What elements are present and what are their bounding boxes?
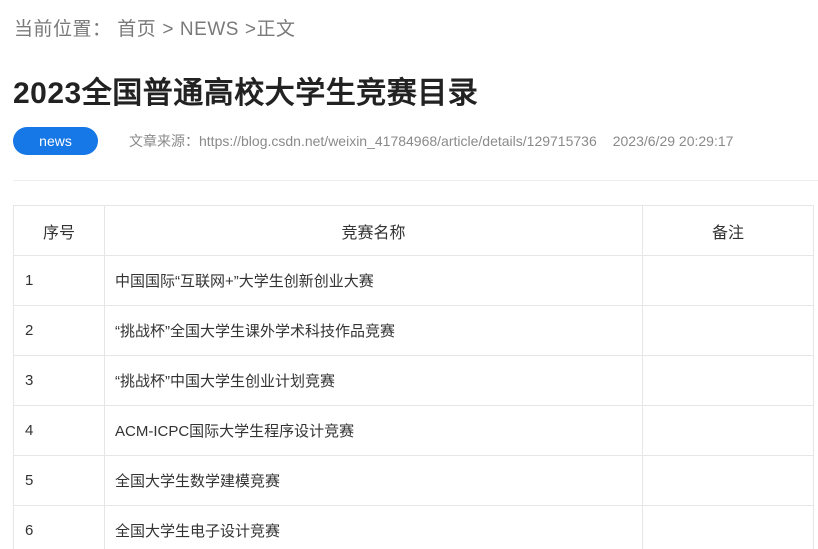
row-index: 6 bbox=[13, 505, 105, 549]
table-row: 6 全国大学生电子设计竞赛 bbox=[13, 505, 814, 549]
breadcrumb-separator: > bbox=[244, 19, 257, 40]
row-competition-name: 全国大学生数学建模竞赛 bbox=[104, 455, 643, 506]
article-source: 文章来源：https://blog.csdn.net/weixin_417849… bbox=[129, 133, 597, 149]
article-meta: news 文章来源：https://blog.csdn.net/weixin_4… bbox=[13, 127, 813, 155]
table-header-row: 序号 竞赛名称 备注 bbox=[13, 205, 814, 256]
breadcrumb-news-link[interactable]: NEWS bbox=[180, 19, 239, 40]
divider bbox=[13, 180, 818, 181]
row-note bbox=[642, 405, 814, 456]
breadcrumb: 当前位置： 首页 > NEWS >正文 bbox=[14, 14, 296, 41]
row-note bbox=[642, 255, 814, 306]
row-index: 5 bbox=[13, 455, 105, 506]
row-index: 4 bbox=[13, 405, 105, 456]
row-index: 2 bbox=[13, 305, 105, 356]
page-title: 2023全国普通高校大学生竞赛目录 bbox=[13, 77, 479, 110]
breadcrumb-separator: > bbox=[162, 19, 174, 40]
header-index: 序号 bbox=[13, 205, 105, 256]
row-index: 3 bbox=[13, 355, 105, 406]
row-competition-name: “挑战杯”中国大学生创业计划竞赛 bbox=[104, 355, 643, 406]
row-competition-name: 中国国际“互联网+”大学生创新创业大赛 bbox=[104, 255, 643, 306]
row-note bbox=[642, 355, 814, 406]
article-page: 当前位置： 首页 > NEWS >正文 2023全国普通高校大学生竞赛目录 news … bbox=[0, 0, 818, 549]
breadcrumb-home-link[interactable]: 首页 bbox=[117, 19, 156, 40]
row-note bbox=[642, 455, 814, 506]
competition-table: 序号 竞赛名称 备注 1 中国国际“互联网+”大学生创新创业大赛 2 “挑战杯”… bbox=[13, 205, 814, 549]
row-competition-name: ACM-ICPC国际大学生程序设计竞赛 bbox=[104, 405, 643, 456]
row-competition-name: 全国大学生电子设计竞赛 bbox=[104, 505, 643, 549]
article-date: 2023/6/29 20:29:17 bbox=[612, 133, 734, 149]
header-competition-name: 竞赛名称 bbox=[104, 205, 643, 256]
breadcrumb-current: 正文 bbox=[256, 19, 296, 40]
row-index: 1 bbox=[13, 255, 105, 306]
table-row: 1 中国国际“互联网+”大学生创新创业大赛 bbox=[13, 255, 814, 306]
header-note: 备注 bbox=[642, 205, 814, 256]
table-row: 2 “挑战杯”全国大学生课外学术科技作品竞赛 bbox=[13, 305, 814, 356]
table-row: 5 全国大学生数学建模竞赛 bbox=[13, 455, 814, 506]
row-competition-name: “挑战杯”全国大学生课外学术科技作品竞赛 bbox=[104, 305, 643, 356]
row-note bbox=[642, 305, 814, 356]
table-row: 4 ACM-ICPC国际大学生程序设计竞赛 bbox=[13, 405, 814, 456]
breadcrumb-label: 当前位置： bbox=[14, 19, 112, 40]
row-note bbox=[642, 505, 814, 549]
table-row: 3 “挑战杯”中国大学生创业计划竞赛 bbox=[13, 355, 814, 406]
news-tag-button[interactable]: news bbox=[13, 127, 98, 155]
